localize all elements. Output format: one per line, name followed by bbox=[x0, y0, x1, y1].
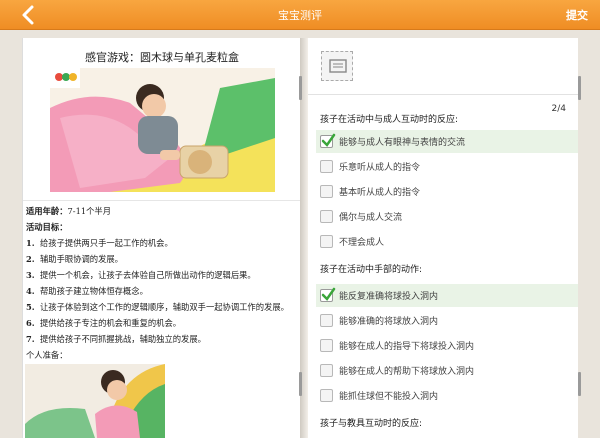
left-scroll-handle[interactable] bbox=[299, 372, 302, 396]
top-bar: 宝宝测评 提交 bbox=[0, 0, 600, 30]
option-label: 基本听从成人的指令 bbox=[339, 188, 421, 198]
option-row[interactable]: 能够与成人有眼神与表情的交流 bbox=[316, 130, 578, 153]
option-label: 能抓住球但不能投入洞内 bbox=[339, 392, 439, 402]
checkbox[interactable] bbox=[320, 339, 333, 352]
page-title: 宝宝测评 bbox=[278, 9, 322, 22]
question-title: 孩子在活动中与成人互动时的反应: bbox=[320, 115, 459, 125]
option-label: 能够与成人有眼神与表情的交流 bbox=[339, 138, 466, 148]
goal-label: 活动目标： bbox=[26, 222, 68, 232]
option-label: 能够在成人的帮助下将球放入洞内 bbox=[339, 367, 475, 377]
option-label: 乐意听从成人的指令 bbox=[339, 163, 421, 173]
left-scrollbar[interactable] bbox=[299, 76, 302, 100]
checkmark-icon bbox=[321, 287, 336, 301]
goal-item: 4. 帮助孩子建立物体恒存概念。 bbox=[26, 286, 148, 296]
checkbox[interactable] bbox=[320, 364, 333, 377]
right-scrollbar[interactable] bbox=[578, 76, 581, 100]
option-row[interactable]: 能抓住球但不能投入洞内 bbox=[316, 384, 578, 407]
option-row[interactable]: 偶尔与成人交流 bbox=[316, 205, 578, 228]
option-row[interactable]: 基本听从成人的指令 bbox=[316, 180, 578, 203]
preparation-photo bbox=[25, 364, 165, 438]
option-label: 不理会成人 bbox=[339, 238, 385, 248]
goal-item: 6. 提供给孩子专注的机会和重复的机会。 bbox=[26, 318, 182, 328]
image-placeholder-icon[interactable] bbox=[321, 51, 353, 81]
option-label: 能够准确的将球放入洞内 bbox=[339, 317, 439, 327]
checkbox[interactable] bbox=[320, 235, 333, 248]
checkbox[interactable] bbox=[320, 287, 336, 302]
goal-item: 7. 提供给孩子不同抓握挑战，辅助独立的发展。 bbox=[26, 334, 206, 344]
option-label: 能反复准确将球投入洞内 bbox=[339, 292, 439, 302]
option-row[interactable]: 能够准确的将球放入洞内 bbox=[316, 309, 578, 332]
goal-item: 5. 让孩子体验到这个工作的逻辑顺序，辅助双手一起协调工作的发展。 bbox=[26, 302, 289, 312]
activity-info: 适用年龄：7-11个半月 活动目标： 1. 给孩子提供两只手一起工作的机会。 2.… bbox=[26, 205, 298, 365]
option-row[interactable]: 能够在成人的指导下将球投入洞内 bbox=[316, 334, 578, 357]
age-value: 7-11个半月 bbox=[67, 206, 112, 216]
option-row[interactable]: 乐意听从成人的指令 bbox=[316, 155, 578, 178]
option-row[interactable]: 不理会成人 bbox=[316, 230, 578, 253]
goal-item: 2. 辅助手眼协调的发展。 bbox=[26, 254, 123, 264]
section-divider bbox=[23, 200, 300, 201]
option-row[interactable]: 能反复准确将球投入洞内 bbox=[316, 284, 578, 307]
activity-photo bbox=[50, 68, 275, 192]
checkbox[interactable] bbox=[320, 210, 333, 223]
goal-item: 1. 给孩子提供两只手一起工作的机会。 bbox=[26, 238, 173, 248]
option-label: 能够在成人的指导下将球投入洞内 bbox=[339, 342, 475, 352]
prep-label: 个人准备： bbox=[26, 350, 68, 360]
checkbox[interactable] bbox=[320, 314, 333, 327]
page-indicator: 2/4 bbox=[551, 104, 566, 114]
checkbox[interactable] bbox=[320, 160, 333, 173]
goal-item: 3. 提供一个机会，让孩子去体验自己所做出动作的逻辑后果。 bbox=[26, 270, 256, 280]
checkbox[interactable] bbox=[320, 133, 336, 148]
evaluation-panel: 2/4 孩子在活动中与成人互动时的反应: 能够与成人有眼神与表情的交流 乐意听从… bbox=[308, 38, 578, 438]
checkmark-icon bbox=[321, 133, 336, 147]
submit-button[interactable]: 提交 bbox=[566, 7, 588, 23]
age-label: 适用年龄： bbox=[26, 206, 68, 216]
game-title: 感官游戏：圆木球与单孔麦粒盒 bbox=[85, 51, 239, 64]
question-title: 孩子在活动中手部的动作: bbox=[320, 265, 423, 275]
activity-panel: 感官游戏：圆木球与单孔麦粒盒 适用年龄：7-11个半月 活动目标： 1. 给孩子提… bbox=[22, 38, 300, 438]
option-row[interactable]: 能够在成人的帮助下将球放入洞内 bbox=[316, 359, 578, 382]
age-row: 适用年龄：7-11个半月 bbox=[26, 205, 298, 218]
checkbox[interactable] bbox=[320, 389, 333, 402]
option-label: 偶尔与成人交流 bbox=[339, 213, 403, 223]
header-divider bbox=[308, 94, 578, 95]
checkbox[interactable] bbox=[320, 185, 333, 198]
right-scroll-handle[interactable] bbox=[578, 372, 581, 396]
question-title: 孩子与教具互动时的反应: bbox=[320, 419, 423, 429]
